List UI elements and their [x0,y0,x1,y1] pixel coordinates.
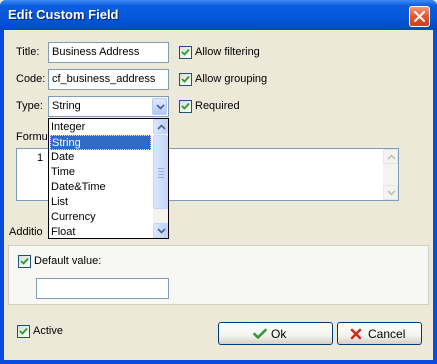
formula-scrollbar[interactable] [383,149,398,200]
default-value-checkbox[interactable] [18,255,31,268]
type-select-dropdown-button[interactable] [152,98,167,115]
additional-label: Additio [9,226,43,238]
ok-button-label: Ok [271,327,287,341]
dialog-body: Title: Business Address Code: cf_busines… [4,30,433,360]
type-option-integer[interactable]: Integer [50,120,151,135]
required-label[interactable]: Required [195,100,240,112]
active-label[interactable]: Active [33,325,63,337]
scroll-grip-line [158,174,164,175]
cancel-button[interactable]: Cancel [337,322,422,345]
title-label: Title: [16,46,40,58]
scroll-grip-line [158,177,164,178]
default-value-group: Default value: [8,245,429,305]
title-bar[interactable]: Edit Custom Field [0,0,437,30]
formula-line-number: 1 [37,152,44,164]
type-dropdown-scrollbar[interactable] [153,119,168,238]
formula-scroll-down-button[interactable] [383,185,398,200]
scroll-grip-line [158,171,164,172]
green-checkmark-icon [253,328,267,339]
default-value-input[interactable] [36,278,169,299]
required-checkbox[interactable] [179,100,192,113]
type-option-string[interactable]: String [50,135,151,150]
ok-button[interactable]: Ok [218,322,333,345]
code-label: Code: [16,73,46,85]
title-input-value: Business Address [52,46,140,58]
checkmark-icon [19,327,28,335]
type-option-datetime[interactable]: Date&Time [50,180,151,195]
chevron-down-icon [387,190,396,196]
type-option-list[interactable]: List [50,195,151,210]
type-option-currency[interactable]: Currency [50,210,151,225]
chevron-down-icon [157,228,166,234]
title-input[interactable]: Business Address [48,42,169,63]
checkmark-icon [181,75,190,83]
close-button[interactable] [409,6,430,27]
type-label: Type: [16,100,43,112]
edit-custom-field-dialog: Edit Custom Field Title: Business Addres… [0,0,437,364]
type-select[interactable]: String [48,96,169,117]
checkmark-icon [20,257,29,265]
dialog-title: Edit Custom Field [8,7,119,22]
scroll-grip-line [158,168,164,169]
code-input[interactable]: cf_business_address [48,69,169,90]
red-x-icon [350,328,362,340]
type-dropdown-scroll-thumb[interactable] [153,135,168,209]
allow-filtering-label[interactable]: Allow filtering [195,46,260,58]
chevron-up-icon [157,124,166,130]
type-dropdown-scroll-up-button[interactable] [153,119,168,134]
type-select-value: String [52,100,81,112]
type-dropdown-list[interactable]: Integer String Date Time Date&Time List … [48,118,169,239]
chevron-up-icon [387,154,396,160]
type-option-time[interactable]: Time [50,165,151,180]
chevron-down-icon [156,104,165,110]
checkmark-icon [181,102,190,110]
code-input-value: cf_business_address [52,73,156,85]
type-dropdown-scroll-down-button[interactable] [153,223,168,238]
close-icon [414,11,425,22]
allow-grouping-label[interactable]: Allow grouping [195,73,267,85]
type-option-date[interactable]: Date [50,150,151,165]
checkmark-icon [181,48,190,56]
active-checkbox[interactable] [17,325,30,338]
allow-filtering-checkbox[interactable] [179,46,192,59]
formula-scroll-up-button[interactable] [383,149,398,164]
default-value-label[interactable]: Default value: [34,255,101,267]
cancel-button-label: Cancel [368,327,406,341]
allow-grouping-checkbox[interactable] [179,73,192,86]
formula-label: Formul [16,131,51,143]
type-option-float[interactable]: Float [50,225,151,240]
